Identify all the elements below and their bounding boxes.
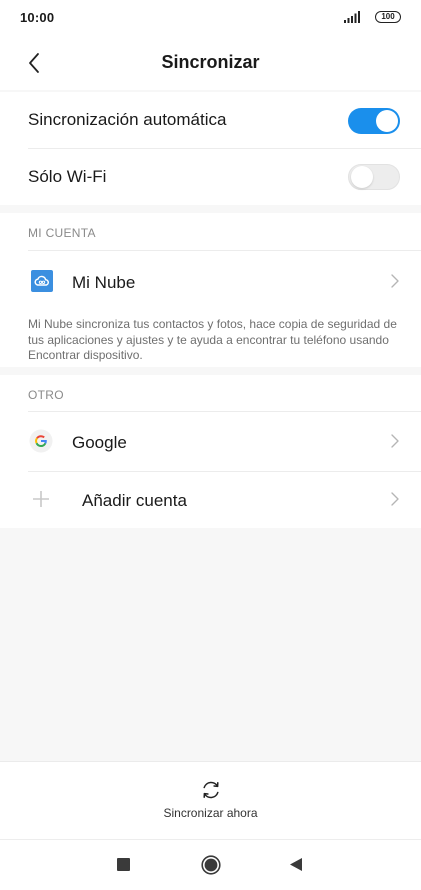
google-account-row[interactable]: Google bbox=[0, 412, 421, 470]
page-title: Sincronizar bbox=[161, 52, 260, 72]
back-nav-button[interactable] bbox=[289, 857, 303, 872]
wifi-only-row[interactable]: Sólo Wi-Fi bbox=[0, 149, 421, 206]
header: Sincronizar bbox=[0, 36, 421, 90]
sync-icon bbox=[203, 781, 219, 799]
mi-cloud-label: Mi Nube bbox=[72, 273, 136, 292]
toggle-knob bbox=[376, 110, 398, 132]
chevron-right-icon bbox=[391, 434, 399, 448]
toggle-knob bbox=[351, 166, 373, 188]
auto-sync-label: Sincronización automática bbox=[28, 110, 227, 129]
my-account-card: MI CUENTA Mi Nube Mi Nube sincroniza tus… bbox=[0, 213, 421, 367]
google-icon bbox=[29, 429, 53, 453]
google-label: Google bbox=[72, 433, 127, 452]
auto-sync-row[interactable]: Sincronización automática bbox=[0, 92, 421, 149]
wifi-only-toggle[interactable] bbox=[348, 164, 400, 190]
sync-settings-card: Sincronización automática Sólo Wi-Fi bbox=[0, 92, 421, 205]
bottom-action-bar: Sincronizar ahora bbox=[0, 761, 421, 839]
sync-now-button[interactable]: Sincronizar ahora bbox=[140, 762, 281, 840]
add-account-label: Añadir cuenta bbox=[82, 491, 187, 510]
chevron-right-icon bbox=[391, 274, 399, 288]
add-account-row[interactable]: Añadir cuenta bbox=[0, 472, 421, 528]
mi-cloud-row[interactable]: Mi Nube bbox=[0, 251, 421, 311]
recents-button[interactable] bbox=[117, 858, 130, 871]
battery-icon: 100 bbox=[375, 11, 401, 23]
cloud-icon bbox=[31, 270, 53, 292]
chevron-right-icon bbox=[391, 492, 399, 506]
other-section-header: OTRO bbox=[28, 388, 64, 402]
mi-cloud-description: Mi Nube sincroniza tus contactos y fotos… bbox=[28, 317, 397, 362]
navigation-bar bbox=[0, 839, 421, 890]
wifi-only-label: Sólo Wi-Fi bbox=[28, 167, 107, 186]
sync-now-label: Sincronizar ahora bbox=[163, 806, 258, 820]
signal-icon bbox=[344, 11, 360, 23]
status-bar: 10:00 100 bbox=[0, 0, 421, 36]
auto-sync-toggle[interactable] bbox=[348, 108, 400, 134]
my-account-section-header: MI CUENTA bbox=[28, 226, 96, 240]
status-time: 10:00 bbox=[20, 10, 55, 25]
home-button[interactable] bbox=[201, 855, 221, 875]
other-accounts-card: OTRO Google Añadir cuenta bbox=[0, 375, 421, 528]
plus-icon bbox=[33, 491, 49, 507]
